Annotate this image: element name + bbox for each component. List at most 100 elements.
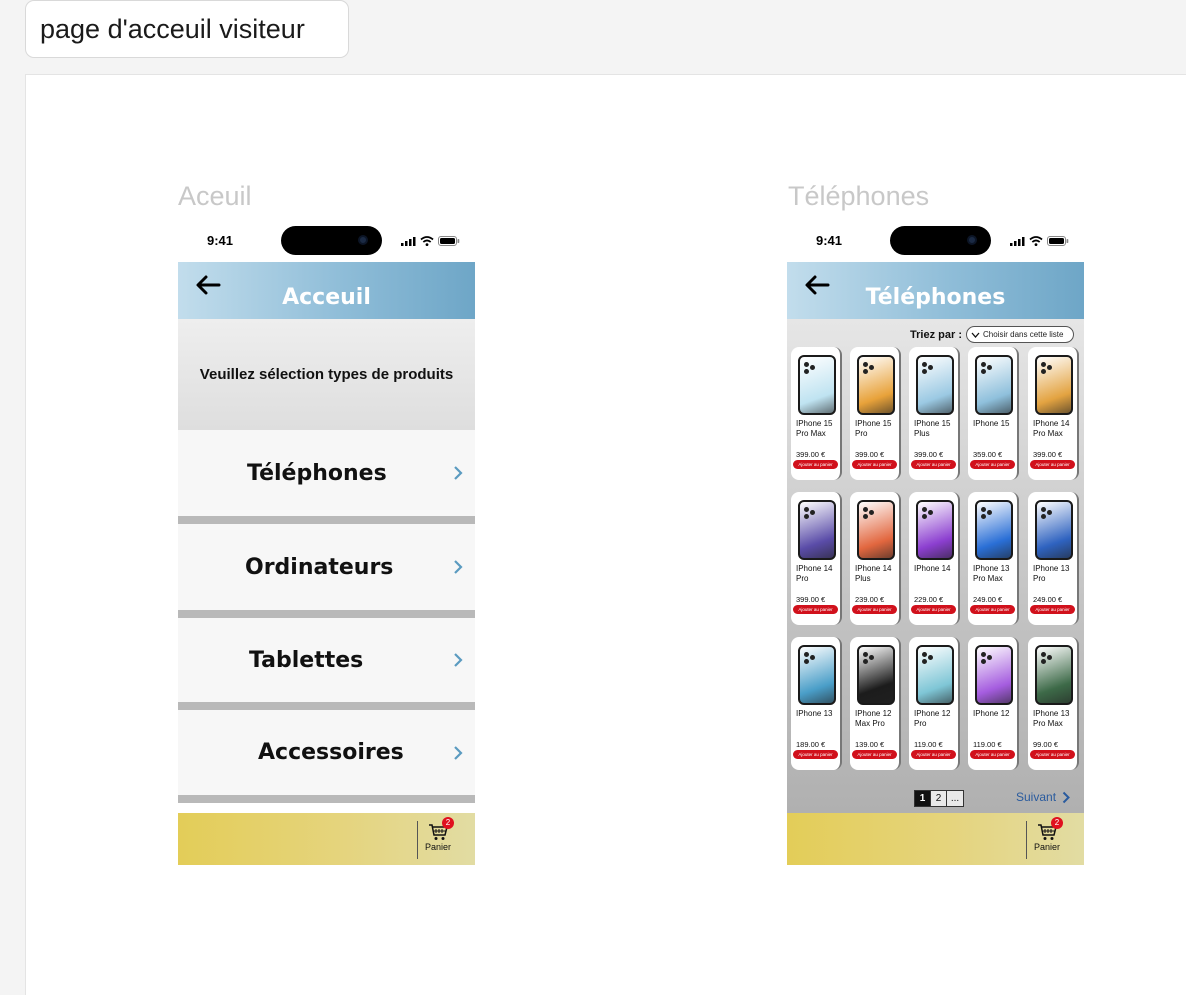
- add-to-cart-button[interactable]: Ajouter au panier: [1030, 750, 1075, 759]
- camera-lens: [987, 365, 992, 370]
- cart-count-badge: 2: [442, 817, 454, 829]
- product-card[interactable]: IPhone 14 Plus 239.00 € Ajouter au panier: [850, 492, 901, 625]
- product-card[interactable]: IPhone 12 Pro 119.00 € Ajouter au panier: [909, 637, 960, 770]
- product-card[interactable]: IPhone 14 229.00 € Ajouter au panier: [909, 492, 960, 625]
- add-to-cart-button[interactable]: Ajouter au panier: [911, 460, 956, 469]
- camera-lens: [1041, 659, 1046, 664]
- product-image: [1035, 500, 1073, 560]
- camera-lens: [863, 362, 868, 367]
- add-to-cart-button[interactable]: Ajouter au panier: [970, 605, 1015, 614]
- add-to-cart-button[interactable]: Ajouter au panier: [1030, 605, 1075, 614]
- camera-lens: [863, 369, 868, 374]
- product-card[interactable]: IPhone 15 Plus 399.00 € Ajouter au panier: [909, 347, 960, 480]
- camera-lens: [1041, 652, 1046, 657]
- product-name: IPhone 15 Pro Max: [796, 419, 833, 438]
- wifi-icon: [420, 236, 434, 246]
- header-title: Acceuil: [282, 285, 371, 310]
- cart-button[interactable]: 2 Panier: [420, 817, 456, 863]
- camera-lens: [922, 514, 927, 519]
- add-to-cart-button[interactable]: Ajouter au panier: [793, 460, 838, 469]
- product-card[interactable]: IPhone 12 Max Pro 139.00 € Ajouter au pani…: [850, 637, 901, 770]
- product-card[interactable]: IPhone 14 Pro Max 399.00 € Ajouter au pani…: [1028, 347, 1079, 480]
- add-to-cart-button[interactable]: Ajouter au panier: [970, 750, 1015, 759]
- camera-lens: [863, 652, 868, 657]
- sort-select[interactable]: Choisir dans cette liste: [966, 326, 1074, 343]
- app-header: Acceuil: [178, 262, 475, 319]
- product-image: [798, 355, 836, 415]
- bottom-bar: 2 Panier: [787, 813, 1084, 865]
- page-title: page d'acceuil visiteur: [40, 13, 305, 44]
- camera-lens: [1041, 362, 1046, 367]
- product-image: [857, 355, 895, 415]
- product-name: IPhone 14 Plus: [855, 564, 892, 583]
- page-button[interactable]: 1: [915, 791, 931, 806]
- sort-row: Triez par : Choisir dans cette liste: [910, 326, 1074, 343]
- product-name: IPhone 15 Plus: [914, 419, 951, 438]
- product-card[interactable]: IPhone 14 Pro 399.00 € Ajouter au panier: [791, 492, 842, 625]
- product-card[interactable]: IPhone 13 189.00 € Ajouter au panier: [791, 637, 842, 770]
- product-card[interactable]: IPhone 13 Pro Max 99.00 € Ajouter au panie…: [1028, 637, 1079, 770]
- add-to-cart-button[interactable]: Ajouter au panier: [911, 605, 956, 614]
- status-icons: [1010, 236, 1069, 246]
- bottom-bar-divider: [417, 821, 418, 859]
- page-button[interactable]: 2: [931, 791, 947, 806]
- camera-lens: [804, 507, 809, 512]
- product-card[interactable]: IPhone 13 Pro 249.00 € Ajouter au panier: [1028, 492, 1079, 625]
- product-name: IPhone 14 Pro: [796, 564, 833, 583]
- add-to-cart-button[interactable]: Ajouter au panier: [793, 750, 838, 759]
- camera-lens: [922, 652, 927, 657]
- add-to-cart-button[interactable]: Ajouter au panier: [852, 750, 897, 759]
- product-image: [916, 645, 954, 705]
- chevron-right-icon: [454, 560, 463, 574]
- product-card[interactable]: IPhone 12 119.00 € Ajouter au panier: [968, 637, 1019, 770]
- category-ordinateurs[interactable]: Ordinateurs: [178, 524, 475, 618]
- app-header: Téléphones: [787, 262, 1084, 319]
- product-name: IPhone 13 Pro Max: [973, 564, 1010, 583]
- camera-lens: [1047, 510, 1052, 515]
- product-name: IPhone 12 Max Pro: [855, 709, 892, 728]
- add-to-cart-button[interactable]: Ajouter au panier: [1030, 460, 1075, 469]
- add-to-cart-button[interactable]: Ajouter au panier: [970, 460, 1015, 469]
- add-to-cart-button[interactable]: Ajouter au panier: [793, 605, 838, 614]
- page-title-chip[interactable]: page d'acceuil visiteur: [25, 0, 349, 58]
- frame-label-telephones[interactable]: Téléphones: [788, 181, 929, 212]
- wifi-icon: [1029, 236, 1043, 246]
- camera-lens: [981, 369, 986, 374]
- add-to-cart-button[interactable]: Ajouter au panier: [852, 605, 897, 614]
- category-telephones[interactable]: Téléphones: [178, 430, 475, 524]
- camera-lens: [869, 510, 874, 515]
- camera-lens: [987, 655, 992, 660]
- frame-label-accueil[interactable]: Aceuil: [178, 181, 252, 212]
- camera-lens: [922, 507, 927, 512]
- product-card[interactable]: IPhone 15 Pro 399.00 € Ajouter au panier: [850, 347, 901, 480]
- product-image: [857, 500, 895, 560]
- camera-lens: [869, 655, 874, 660]
- status-icons: [401, 236, 460, 246]
- category-label: Téléphones: [247, 460, 387, 486]
- battery-icon: [1047, 236, 1069, 246]
- category-tablettes[interactable]: Tablettes: [178, 618, 475, 710]
- product-name: IPhone 13 Pro: [1033, 564, 1070, 583]
- camera-lens: [810, 510, 815, 515]
- cart-button[interactable]: 2 Panier: [1029, 817, 1065, 863]
- product-card[interactable]: IPhone 13 Pro Max 249.00 € Ajouter au pani…: [968, 492, 1019, 625]
- product-image: [975, 355, 1013, 415]
- product-listing: Triez par : Choisir dans cette liste IPh…: [787, 319, 1084, 813]
- next-page-link[interactable]: Suivant: [1016, 790, 1070, 804]
- status-bar: 9:41: [787, 226, 1084, 262]
- camera-lens: [863, 659, 868, 664]
- product-name: IPhone 12: [973, 709, 1010, 718]
- product-price: 399.00 €: [796, 450, 826, 459]
- page-button[interactable]: ...: [947, 791, 963, 806]
- product-price: 249.00 €: [973, 595, 1003, 604]
- category-label: Accessoires: [258, 740, 404, 765]
- category-accessoires[interactable]: Accessoires: [178, 710, 475, 803]
- product-card[interactable]: IPhone 15 359.00 € Ajouter au panier: [968, 347, 1019, 480]
- add-to-cart-button[interactable]: Ajouter au panier: [852, 460, 897, 469]
- add-to-cart-button[interactable]: Ajouter au panier: [911, 750, 956, 759]
- product-card[interactable]: IPhone 15 Pro Max 399.00 € Ajouter au pani…: [791, 347, 842, 480]
- product-name: IPhone 14 Pro Max: [1033, 419, 1070, 438]
- camera-lens: [981, 507, 986, 512]
- camera-lens: [804, 659, 809, 664]
- product-image: [916, 500, 954, 560]
